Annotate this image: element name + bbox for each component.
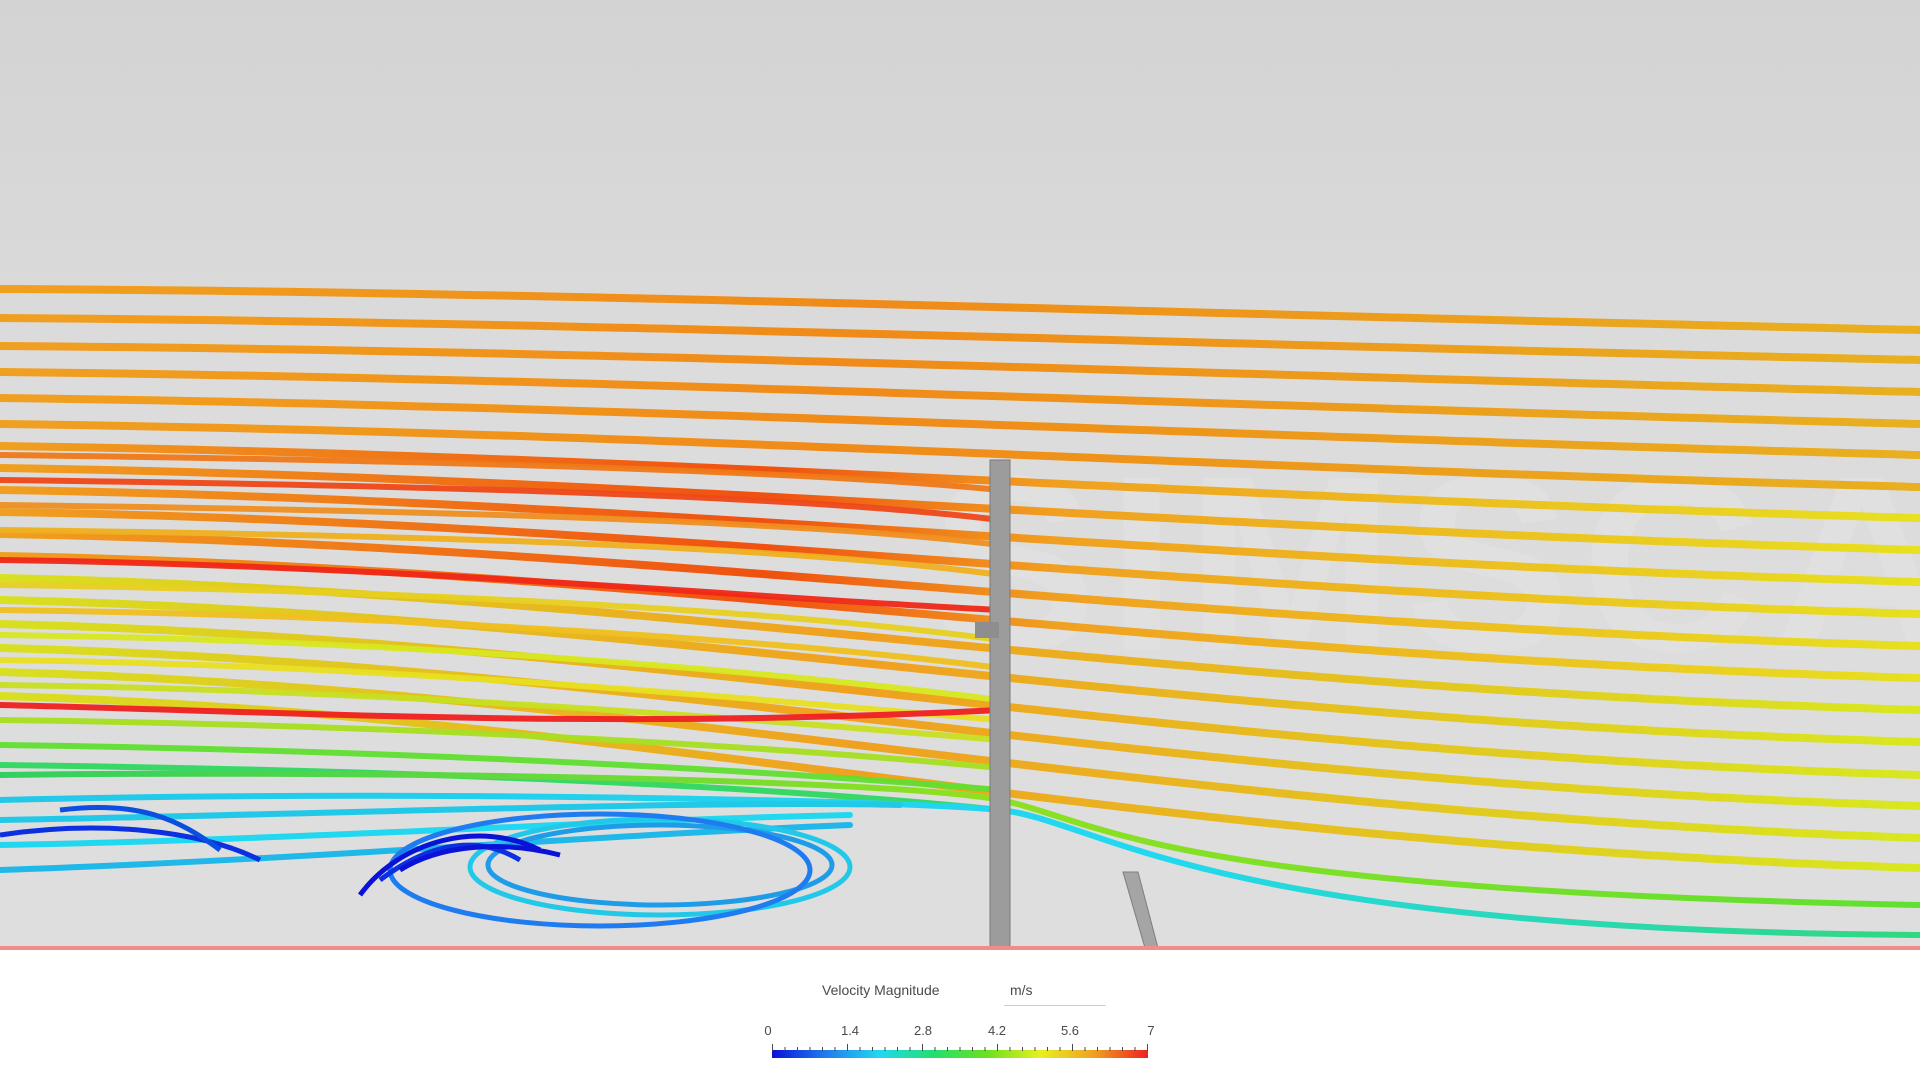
legend-tick-label: 1.4 xyxy=(840,1023,860,1038)
legend-tick-label: 0 xyxy=(764,1023,772,1038)
legend-title: Velocity Magnitude xyxy=(822,982,940,998)
legend-divider xyxy=(1004,1005,1106,1006)
3d-viewport[interactable]: SIMSCALE xyxy=(0,0,1920,950)
legend-tick-label: 7 xyxy=(1147,1023,1155,1038)
color-legend xyxy=(0,950,1920,1080)
legend-tick-label: 2.8 xyxy=(913,1023,933,1038)
legend-unit: m/s xyxy=(1010,982,1033,998)
streamline-scene: SIMSCALE xyxy=(0,285,1920,949)
legend-color-bar xyxy=(772,1044,1148,1058)
legend-tick-label: 5.6 xyxy=(1060,1023,1080,1038)
legend-tick-label: 4.2 xyxy=(987,1023,1007,1038)
